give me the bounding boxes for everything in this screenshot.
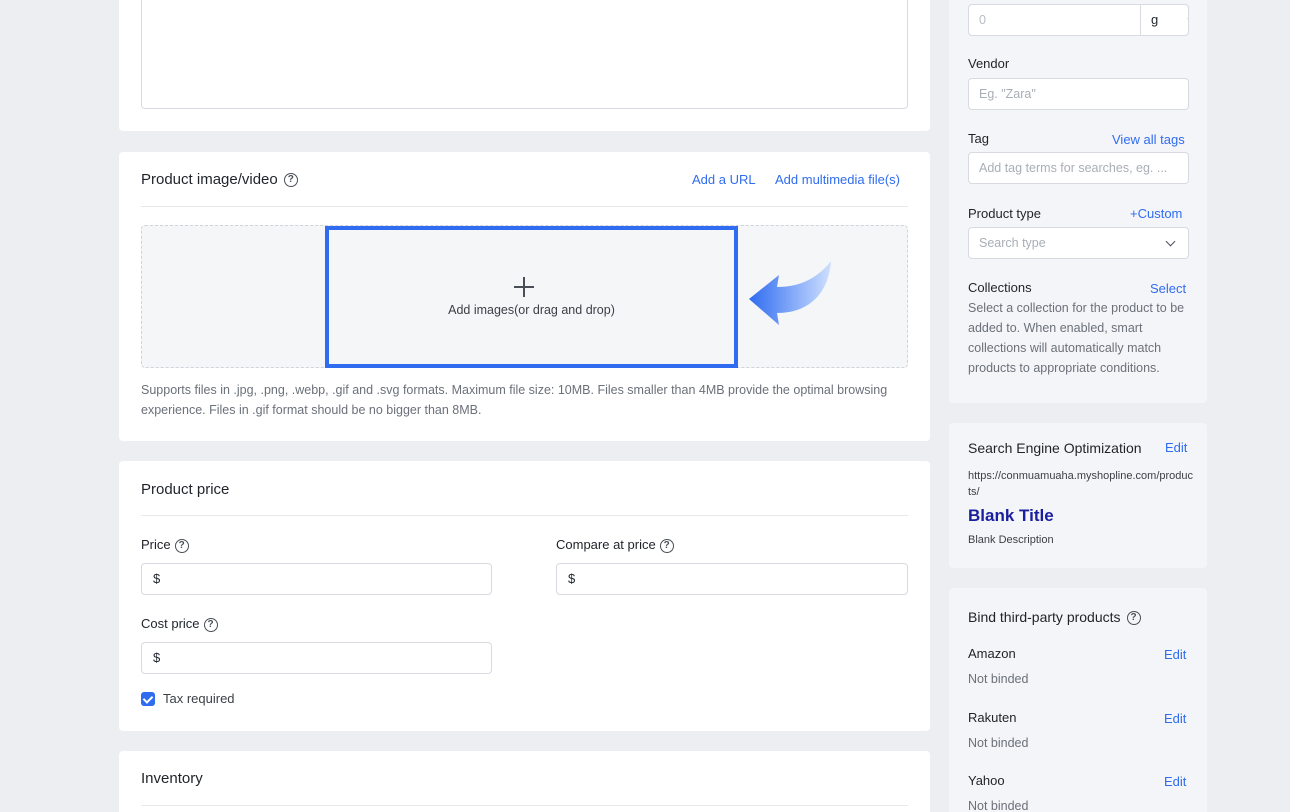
tag-input[interactable]: Add tag terms for searches, eg. ... [968,152,1189,184]
seo-preview-title: Blank Title [968,506,1054,525]
bind-title-text: Bind third-party products [968,609,1121,625]
weight-unit-select[interactable]: g [1140,5,1188,35]
bind-title: Bind third-party products? [968,609,1141,626]
description-editor[interactable] [141,0,908,109]
inventory-title: Inventory [141,770,203,787]
bind-item-status: Not binded [968,799,1029,812]
help-icon[interactable]: ? [203,617,218,632]
price-label-text: Price [141,537,171,552]
media-upload-area[interactable] [325,226,738,368]
price-label: Price? [141,537,189,553]
tag-label: Tag [968,131,989,146]
cost-price-label: Cost price? [141,616,218,632]
cost-price-input[interactable]: $ [141,642,492,674]
select-collections-link[interactable]: Select [1150,281,1186,296]
vendor-label: Vendor [968,56,1010,71]
seo-url: https://conmuamuaha.myshopline.com/produ… [968,470,1194,498]
view-all-tags-link[interactable]: View all tags [1112,132,1185,147]
weight-unit-value: g [1151,12,1159,27]
help-icon[interactable]: ? [659,538,674,553]
plus-icon [514,277,534,297]
curved-arrow-icon [749,261,831,325]
vendor-input[interactable]: Eg. "Zara" [968,78,1189,110]
media-card: Product image/video? Add a URL Add multi… [119,152,930,441]
media-support-text: Supports files in .jpg, .png, .webp, .gi… [141,383,888,417]
inventory-card: Inventory [119,751,930,812]
bind-edit-yahoo[interactable]: Edit [1164,774,1186,789]
add-multimedia-link[interactable]: Add multimedia file(s) [775,172,900,187]
chevron-down-icon [1187,13,1188,24]
compare-price-input[interactable]: $ [556,563,908,595]
organization-card: 0 g Vendor Eg. "Zara" Tag View all tags … [949,0,1207,403]
divider [141,206,908,207]
compare-price-label: Compare at price? [556,537,674,553]
add-url-link[interactable]: Add a URL [692,172,756,187]
product-type-select[interactable]: Search type [968,227,1189,259]
media-title: Product image/video? [141,171,298,188]
media-drop-hint: Add images(or drag and drop) [448,303,615,317]
seo-preview-description: Blank Description [968,534,1054,546]
divider [141,515,908,516]
seo-edit-link[interactable]: Edit [1165,440,1187,455]
product-type-label: Product type [968,206,1041,221]
cost-price-label-text: Cost price [141,616,200,631]
product-type-placeholder: Search type [979,236,1046,250]
seo-card: Search Engine Optimization Edit https://… [949,423,1207,568]
bind-edit-amazon[interactable]: Edit [1164,647,1186,662]
weight-input[interactable]: 0 g [968,4,1189,36]
collections-description: Select a collection for the product to b… [968,301,1185,375]
collections-label: Collections [968,280,1032,295]
divider [141,805,908,806]
seo-title: Search Engine Optimization [968,440,1142,456]
bind-third-party-card: Bind third-party products? Amazon Edit N… [949,588,1207,812]
price-card: Product price Price? $ Compare at price?… [119,461,930,731]
help-icon[interactable]: ? [174,538,189,553]
bind-item-name: Amazon [968,646,1016,661]
description-card [119,0,930,131]
bind-item-name: Yahoo [968,773,1005,788]
tax-required-label: Tax required [163,691,235,706]
media-title-text: Product image/video [141,171,278,188]
price-input[interactable]: $ [141,563,492,595]
help-icon[interactable]: ? [283,173,298,188]
chevron-down-icon [1165,236,1176,247]
compare-price-label-text: Compare at price [556,537,656,552]
price-title: Product price [141,481,230,498]
custom-type-link[interactable]: +Custom [1130,206,1182,221]
bind-item-status: Not binded [968,736,1029,750]
bind-edit-rakuten[interactable]: Edit [1164,711,1186,726]
product-editor-page: Product image/video? Add a URL Add multi… [0,0,1290,812]
help-icon[interactable]: ? [1126,611,1141,626]
bind-item-name: Rakuten [968,710,1017,725]
bind-item-status: Not binded [968,672,1029,686]
tax-required-checkbox[interactable] [141,692,155,706]
weight-value: 0 [979,13,986,27]
